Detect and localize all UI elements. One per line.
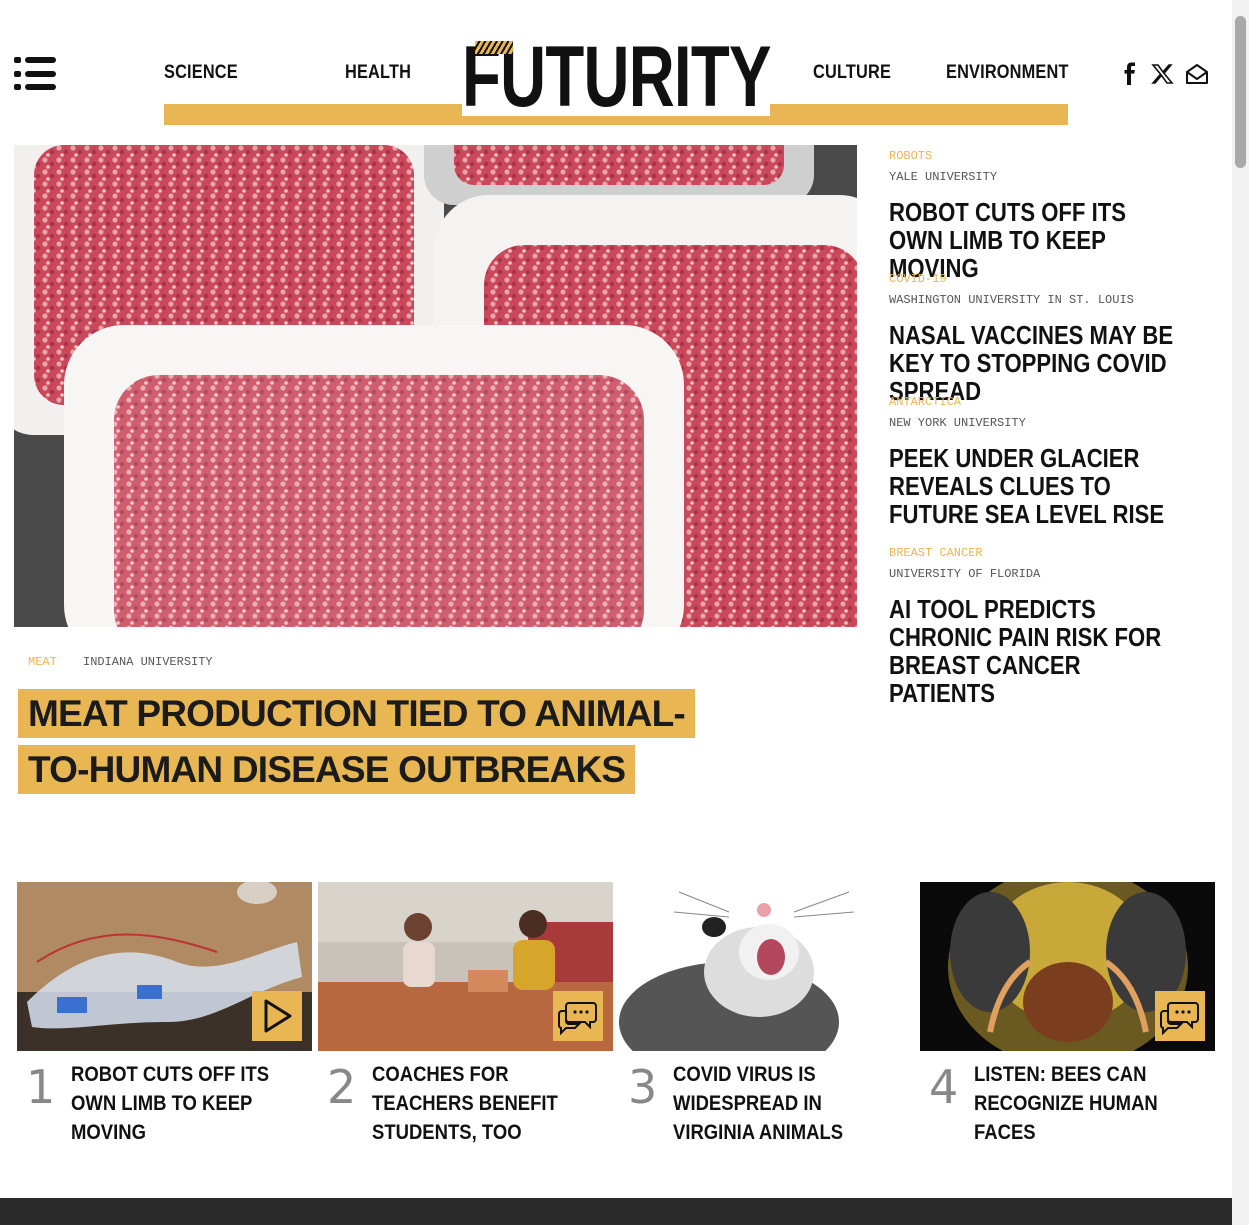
menu-icon[interactable] — [14, 57, 58, 91]
popular-image[interactable] — [619, 882, 914, 1051]
sidebar-article: ANTARCTICA NEW YORK UNIVERSITY PEEK UNDE… — [889, 395, 1209, 528]
sidebar-university: UNIVERSITY OF FLORIDA — [889, 567, 1041, 581]
popular-card — [619, 882, 914, 1051]
popular-title[interactable]: ROBOT CUTS OFF ITS OWN LIMB TO KEEP MOVI… — [71, 1060, 300, 1147]
nav-culture[interactable]: CULTURE — [813, 62, 891, 84]
sidebar-category[interactable]: ANTARCTICA — [889, 395, 1209, 409]
hero-category[interactable]: MEAT — [28, 655, 57, 669]
comments-icon[interactable] — [1155, 991, 1205, 1041]
popular-rank: 3 — [628, 1060, 658, 1114]
sidebar-article: COVID-19 WASHINGTON UNIVERSITY IN ST. LO… — [889, 272, 1209, 405]
hero-university: INDIANA UNIVERSITY — [83, 655, 213, 669]
scrollbar-thumb[interactable] — [1235, 16, 1246, 168]
sidebar-university: WASHINGTON UNIVERSITY IN ST. LOUIS — [889, 293, 1134, 307]
sidebar-category[interactable]: ROBOTS — [889, 149, 1209, 163]
sidebar-title[interactable]: NASAL VACCINES MAY BE KEY TO STOPPING CO… — [889, 321, 1178, 405]
sidebar-article: ROBOTS YALE UNIVERSITY ROBOT CUTS OFF IT… — [889, 149, 1209, 282]
popular-image[interactable] — [17, 882, 312, 1051]
popular-rank: 4 — [929, 1060, 959, 1114]
nav-science[interactable]: SCIENCE — [164, 62, 238, 84]
sidebar-title[interactable]: PEEK UNDER GLACIER REVEALS CLUES TO FUTU… — [889, 444, 1178, 528]
sidebar-category[interactable]: BREAST CANCER — [889, 546, 1209, 560]
play-icon[interactable] — [252, 991, 302, 1041]
popular-image[interactable] — [920, 882, 1215, 1051]
footer-bar — [0, 1198, 1232, 1225]
sidebar-university: NEW YORK UNIVERSITY — [889, 416, 1026, 430]
facebook-icon[interactable] — [1118, 62, 1142, 86]
popular-card — [920, 882, 1215, 1051]
hero-image[interactable] — [14, 145, 857, 627]
site-logo[interactable]: FUTURITY — [462, 34, 771, 120]
sidebar-article: BREAST CANCER UNIVERSITY OF FLORIDA AI T… — [889, 546, 1209, 707]
x-icon[interactable] — [1150, 62, 1174, 86]
comments-icon[interactable] — [553, 991, 603, 1041]
hero-title-block[interactable]: MEAT PRODUCTION TIED TO ANIMAL-TO-HUMAN … — [18, 686, 698, 798]
hero-title[interactable]: MEAT PRODUCTION TIED TO ANIMAL-TO-HUMAN … — [18, 689, 695, 794]
popular-title[interactable]: COVID VIRUS IS WIDESPREAD IN VIRGINIA AN… — [673, 1060, 902, 1147]
nav-environment[interactable]: ENVIRONMENT — [946, 62, 1069, 84]
email-icon[interactable] — [1185, 62, 1209, 86]
popular-title[interactable]: LISTEN: BEES CAN RECOGNIZE HUMAN FACES — [974, 1060, 1203, 1147]
sidebar-title[interactable]: ROBOT CUTS OFF ITS OWN LIMB TO KEEP MOVI… — [889, 198, 1178, 282]
popular-rank: 1 — [26, 1060, 56, 1114]
sidebar-title[interactable]: AI TOOL PREDICTS CHRONIC PAIN RISK FOR B… — [889, 595, 1178, 707]
logo-mark — [475, 41, 513, 54]
popular-card — [17, 882, 312, 1051]
sidebar-university: YALE UNIVERSITY — [889, 170, 998, 184]
scrollbar[interactable] — [1232, 0, 1249, 1225]
popular-title[interactable]: COACHES FOR TEACHERS BENEFIT STUDENTS, T… — [372, 1060, 601, 1147]
nav-health[interactable]: HEALTH — [345, 62, 411, 84]
sidebar-category[interactable]: COVID-19 — [889, 272, 1209, 286]
popular-image[interactable] — [318, 882, 613, 1051]
popular-rank: 2 — [327, 1060, 357, 1114]
popular-card — [318, 882, 613, 1051]
